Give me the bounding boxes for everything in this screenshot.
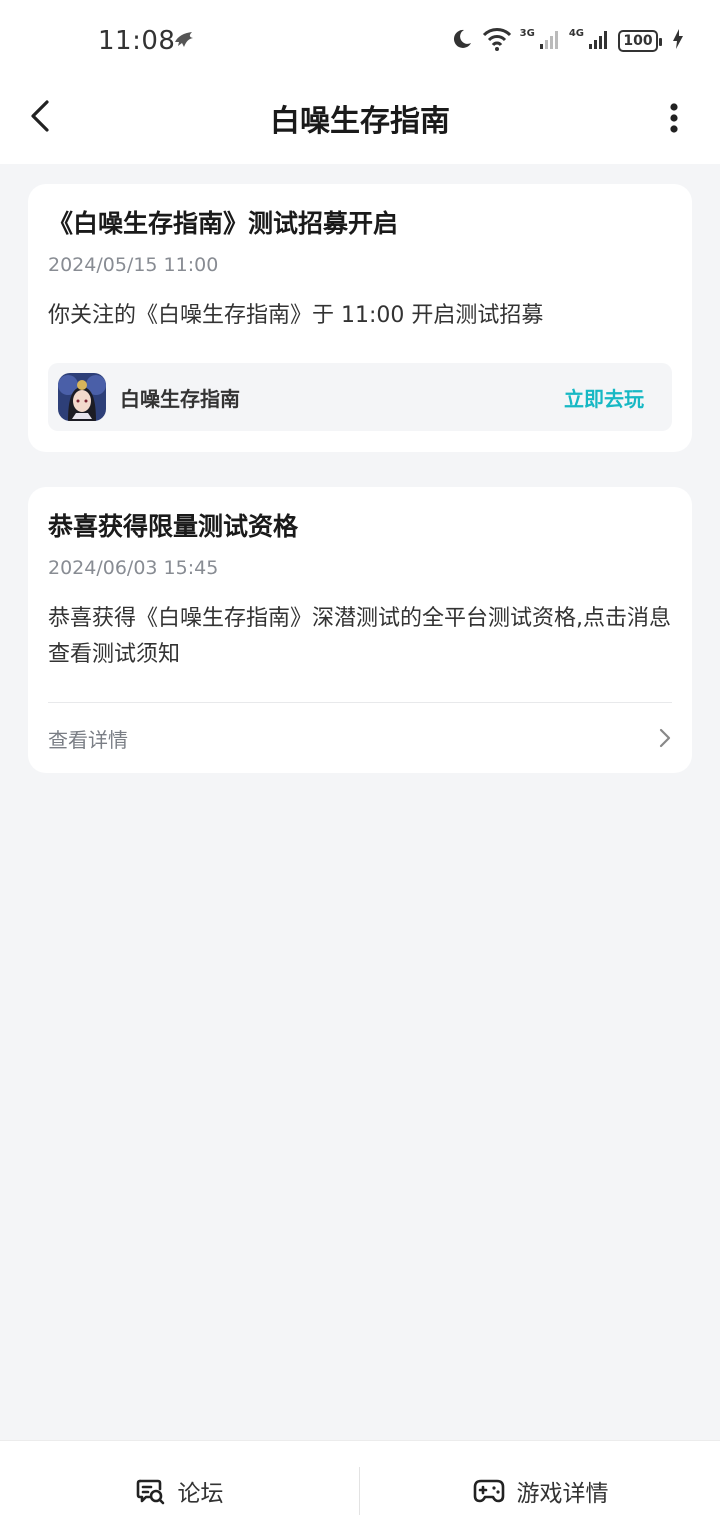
game-detail-button[interactable]: 游戏详情 bbox=[361, 1441, 720, 1540]
game-name: 白噪生存指南 bbox=[120, 386, 240, 411]
status-time: 11:08 bbox=[98, 26, 176, 56]
header: 白噪生存指南 bbox=[0, 80, 720, 164]
message-card[interactable]: 《白噪生存指南》测试招募开启 2024/05/15 11:00 你关注的《白噪生… bbox=[28, 184, 692, 452]
charging-icon bbox=[672, 28, 684, 54]
signal-weak-icon bbox=[539, 28, 561, 54]
view-details-row[interactable]: 查看详情 bbox=[48, 703, 672, 773]
status-bar: 11:08 3G 4G 100 bbox=[0, 0, 720, 80]
message-body: 你关注的《白噪生存指南》于 11:00 开启测试招募 bbox=[48, 303, 544, 328]
message-title: 恭喜获得限量测试资格 bbox=[48, 512, 299, 541]
game-avatar bbox=[58, 373, 106, 421]
play-now-button[interactable]: 立即去玩 bbox=[564, 383, 644, 412]
gamepad-icon bbox=[473, 1479, 504, 1503]
network-3g-label: 3G bbox=[519, 27, 535, 39]
signal-strong-icon bbox=[588, 28, 610, 54]
status-icons: 3G 4G 100 bbox=[450, 26, 684, 56]
network-4g-label: 4G bbox=[568, 27, 584, 39]
game-detail-label: 游戏详情 bbox=[516, 1481, 609, 1507]
moon-icon bbox=[450, 27, 474, 55]
message-body: 恭喜获得《白噪生存指南》深潜测试的全平台测试资格,点击消息查看测试须知 bbox=[48, 606, 671, 667]
wifi-icon bbox=[482, 26, 512, 56]
more-options-button[interactable] bbox=[656, 98, 692, 138]
more-vertical-icon bbox=[670, 103, 678, 133]
view-details-label: 查看详情 bbox=[48, 727, 128, 752]
game-entry[interactable]: 白噪生存指南 立即去玩 bbox=[48, 363, 672, 431]
message-title: 《白噪生存指南》测试招募开启 bbox=[48, 209, 399, 238]
message-card[interactable]: 恭喜获得限量测试资格 2024/06/03 15:45 恭喜获得《白噪生存指南》… bbox=[28, 487, 692, 773]
bird-icon bbox=[172, 28, 196, 56]
forum-icon bbox=[136, 1479, 164, 1505]
page-title: 白噪生存指南 bbox=[270, 104, 450, 139]
forum-label: 论坛 bbox=[177, 1481, 224, 1507]
message-time: 2024/06/03 15:45 bbox=[48, 557, 219, 579]
chevron-right-icon bbox=[659, 728, 671, 748]
bottom-bar: 论坛 游戏详情 bbox=[0, 1440, 720, 1540]
message-time: 2024/05/15 11:00 bbox=[48, 254, 219, 276]
battery-icon: 100 bbox=[618, 30, 662, 52]
bottom-divider bbox=[359, 1467, 360, 1515]
forum-button[interactable]: 论坛 bbox=[0, 1441, 359, 1540]
